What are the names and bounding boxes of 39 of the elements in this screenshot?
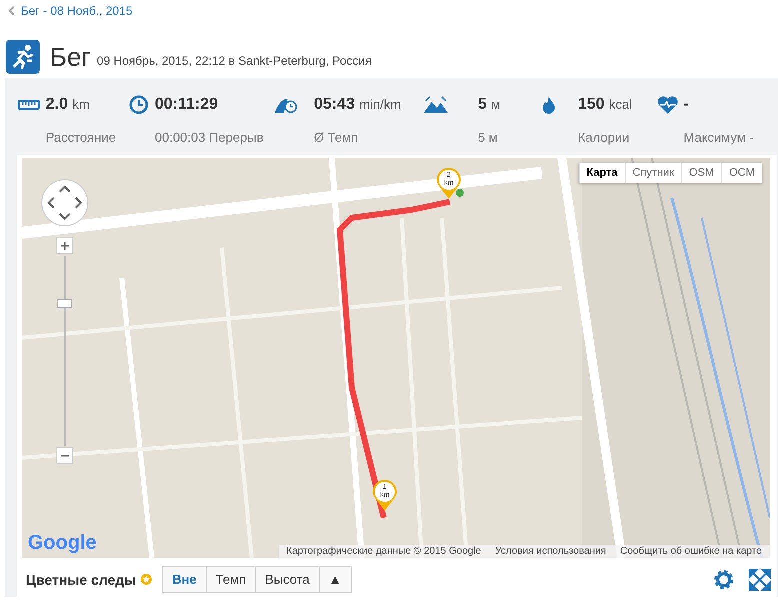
- stat-label: Калории: [578, 130, 631, 145]
- stat-value: 05:43 min/km: [314, 96, 402, 114]
- star-icon: [141, 574, 152, 585]
- back-link[interactable]: Бег - 08 Нояб., 2015: [0, 0, 778, 22]
- stat-value: 150 kcal: [578, 96, 634, 114]
- track-mode-button[interactable]: ▲: [318, 567, 351, 592]
- stat-value: 00:11:29: [155, 96, 220, 114]
- activity-title: Бег: [50, 42, 92, 72]
- map-logo: Google: [28, 532, 97, 555]
- stat-label: 5 м: [478, 130, 499, 145]
- attribution-text: Картографические данные © 2015 Google: [286, 546, 482, 557]
- back-link-text[interactable]: Бег - 08 Нояб., 2015: [21, 4, 133, 18]
- stat-label: Максимум -: [684, 130, 754, 145]
- stat-label: Ø Темп: [314, 130, 360, 145]
- track-mode-button[interactable]: Темп: [206, 567, 256, 592]
- map-type-button[interactable]: OCM: [721, 163, 762, 183]
- pan-control-icon[interactable]: [40, 178, 90, 228]
- zoom-slider-icon[interactable]: [55, 236, 75, 466]
- track-mode-button[interactable]: Вне: [163, 567, 206, 592]
- clock-icon: [127, 95, 151, 116]
- attribution-text[interactable]: Сообщить об ошибке на карте: [620, 546, 762, 557]
- activity-subtitle: 09 Ноябрь, 2015, 22:12 в Sankt-Peterburg, Россия: [97, 54, 372, 68]
- map-type-button[interactable]: OSM: [681, 163, 722, 183]
- stat-value: 2.0 km: [46, 96, 91, 114]
- runner-icon: [6, 40, 40, 74]
- color-tracks-title: Цветные следы: [26, 572, 136, 588]
- stat-value: 5 м: [478, 96, 502, 114]
- stat-value: -: [684, 96, 690, 114]
- stat-label: Расстояние: [46, 130, 117, 145]
- heart-pulse-icon: [656, 95, 680, 116]
- map-type-button[interactable]: Карта: [578, 163, 625, 183]
- track-mode-button[interactable]: Высота: [255, 567, 319, 592]
- settings-icon[interactable]: [713, 568, 735, 590]
- attribution-text[interactable]: Условия использования: [495, 546, 606, 557]
- map-type-button[interactable]: Спутник: [624, 163, 682, 183]
- mountain-icon: [424, 95, 448, 116]
- stat-label: 00:00:03 Перерыв: [155, 130, 264, 145]
- fullscreen-icon[interactable]: [749, 568, 771, 590]
- chevron-left-icon: [8, 6, 15, 16]
